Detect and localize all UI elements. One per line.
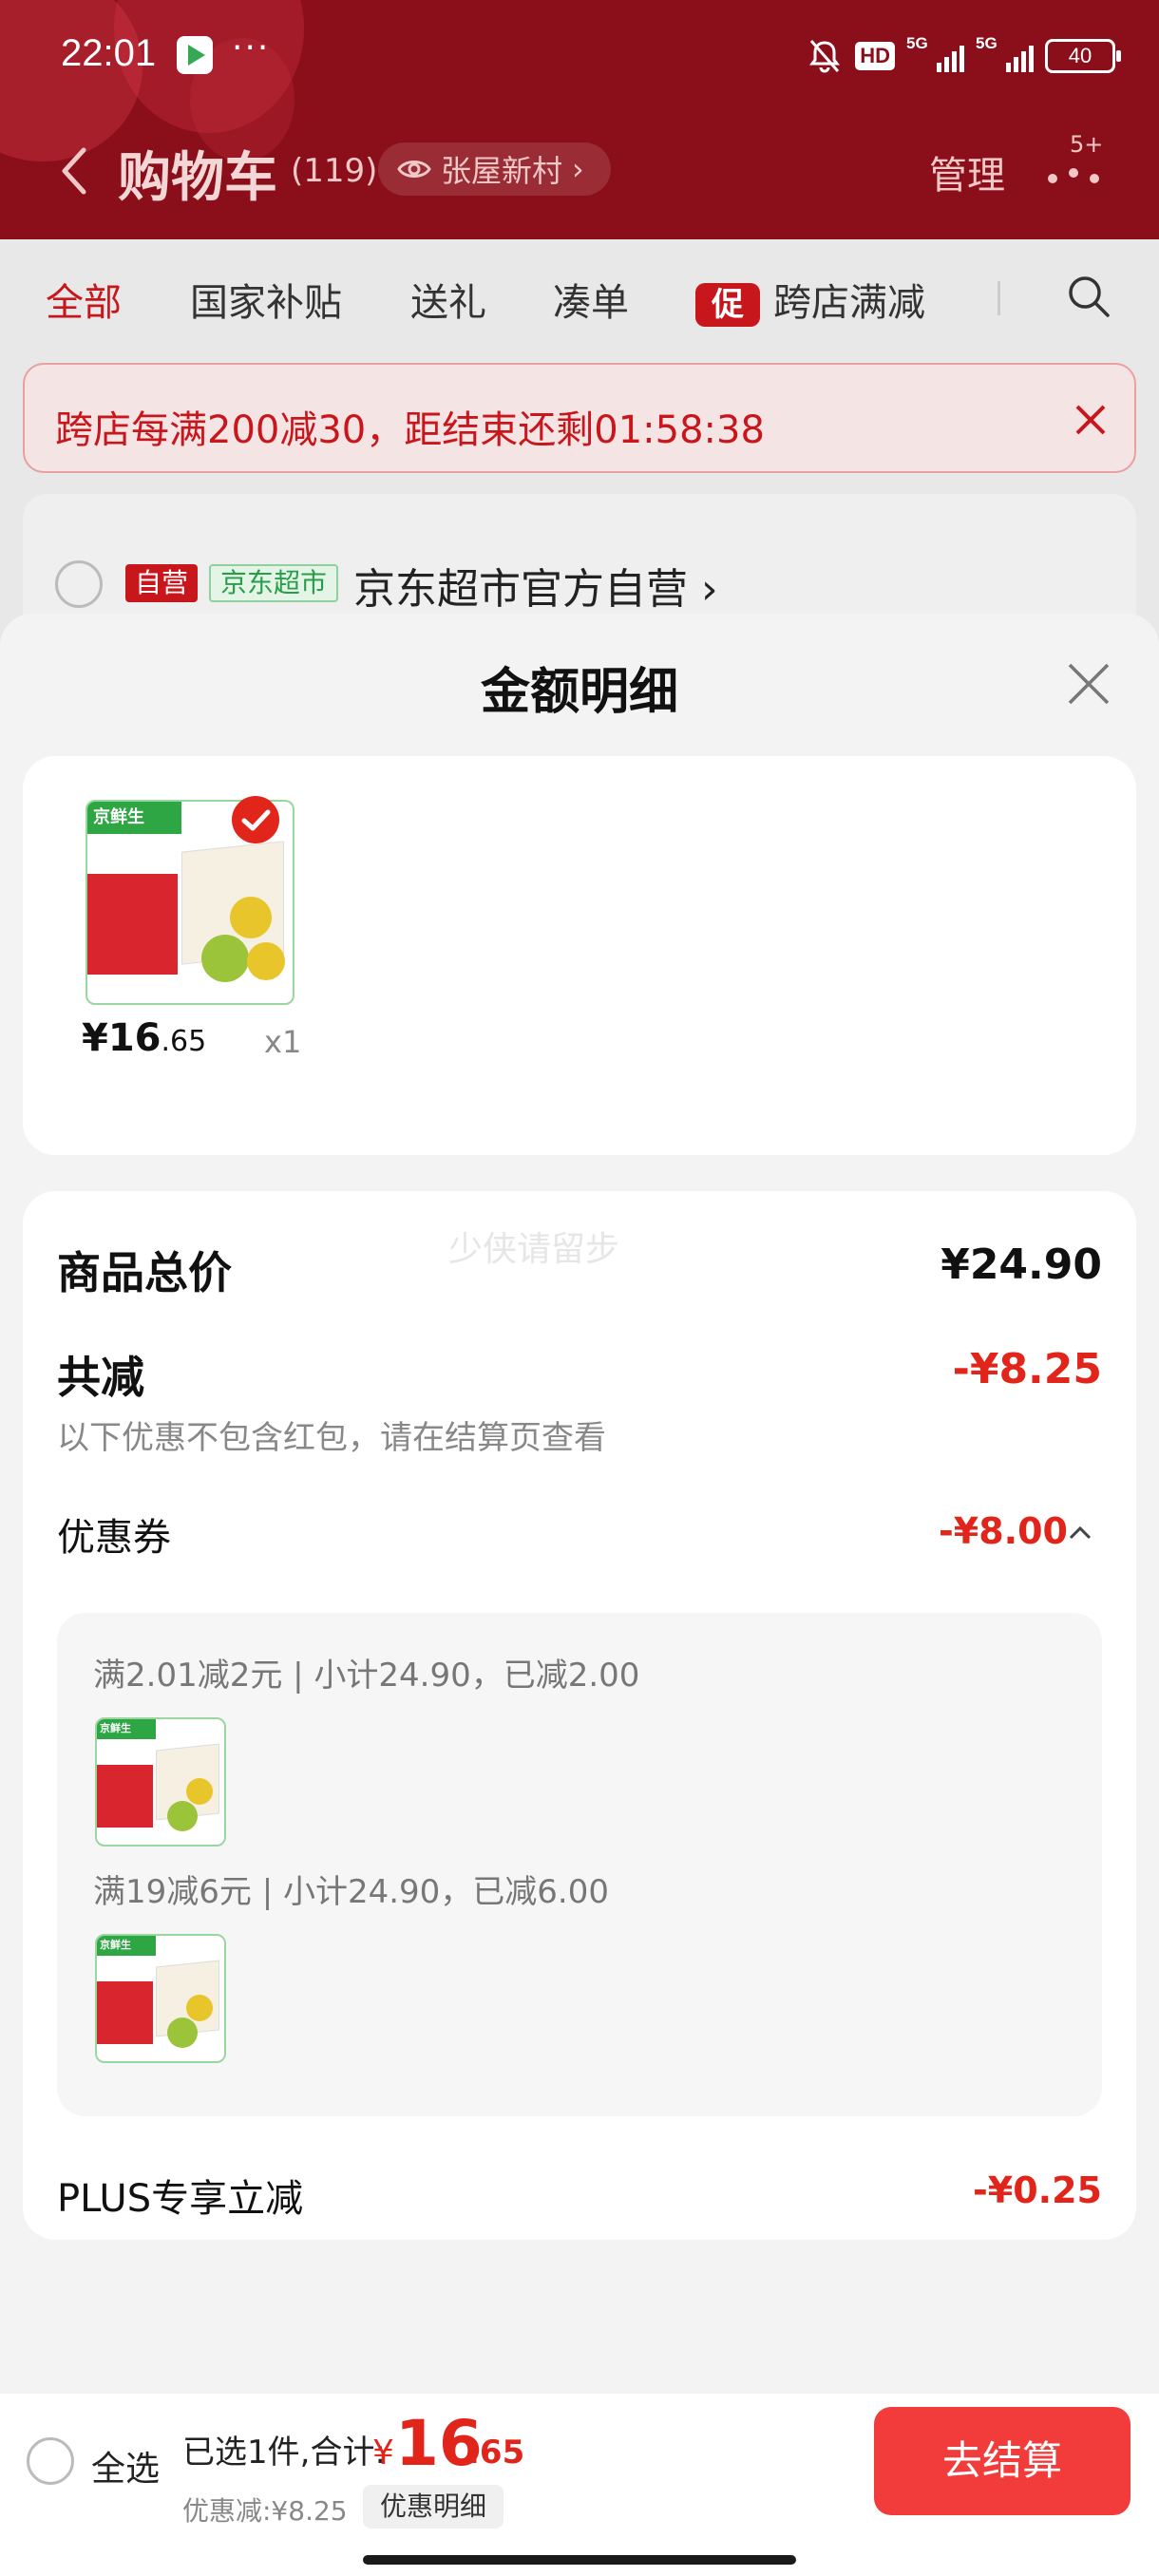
fruit-shape bbox=[201, 935, 249, 982]
status-more-dots: ··· bbox=[232, 28, 271, 67]
signal-label: 5G bbox=[976, 34, 998, 52]
chevron-right-icon: › bbox=[701, 565, 718, 614]
checkout-bar: 全选 已选1件,合计: ¥ 16 .65 优惠减:¥8.25 优惠明细 去结算 bbox=[0, 2394, 1159, 2576]
cart-count: (119) bbox=[291, 152, 378, 190]
fruit-shape bbox=[167, 2017, 198, 2048]
checked-icon bbox=[232, 796, 279, 843]
tab-gift[interactable]: 送礼 bbox=[410, 272, 486, 327]
filter-tabs: 全部 国家补贴 送礼 凑单 促跨店满减 bbox=[0, 239, 1159, 353]
promo-notice: 跨店每满200减30，距结束还剩01:58:38 bbox=[23, 363, 1136, 473]
hd-badge: HD bbox=[855, 42, 895, 70]
select-all-label[interactable]: 全选 bbox=[91, 2441, 160, 2491]
eye-icon bbox=[397, 161, 431, 178]
tab-cross-store-label: 跨店满减 bbox=[773, 281, 925, 325]
saved-amount: 优惠减:¥8.25 bbox=[182, 2495, 348, 2527]
discount-note: 以下优惠不包含红包，请在结算页查看 bbox=[57, 1419, 606, 1457]
status-bar: 22:01 ··· HD 5G 5G 40 bbox=[0, 0, 1159, 109]
home-indicator[interactable] bbox=[363, 2555, 796, 2565]
coupon-rule: 满19减6元 | 小计24.90，已减6.00 bbox=[93, 1873, 610, 1911]
bell-muted-icon bbox=[809, 40, 841, 73]
tab-divider bbox=[998, 281, 1000, 315]
tab-national-subsidy[interactable]: 国家补贴 bbox=[190, 272, 342, 327]
coupon-label[interactable]: 优惠券 bbox=[57, 1506, 171, 1562]
total-decimal: .65 bbox=[467, 2434, 525, 2472]
close-icon[interactable] bbox=[1074, 403, 1108, 437]
thumb-tag: 京鲜生 bbox=[97, 1936, 156, 1957]
status-time: 22:01 bbox=[61, 32, 157, 74]
coupon-value[interactable]: -¥8.00 bbox=[939, 1510, 1068, 1552]
fruit-shape bbox=[230, 897, 272, 938]
store-name[interactable]: 京东超市官方自营 › bbox=[353, 555, 718, 616]
chevron-right-icon: › bbox=[572, 151, 584, 187]
fruit-shape bbox=[167, 1801, 198, 1831]
thumb-tag: 京鲜生 bbox=[97, 1719, 156, 1740]
location-label: 张屋新村 bbox=[441, 153, 563, 189]
amount-detail-sheet: 金额明细 京鲜生 ¥16.65 x1 少侠请留步 商品总价 ¥24.90 共减 … bbox=[0, 614, 1159, 2576]
store-select-radio[interactable] bbox=[55, 560, 103, 608]
chevron-up-icon[interactable] bbox=[1068, 1524, 1092, 1541]
self-operated-tag: 自营 bbox=[125, 564, 199, 602]
discount-detail-button[interactable]: 优惠明细 bbox=[363, 2485, 504, 2529]
location-selector[interactable]: 张屋新村 › bbox=[378, 142, 611, 196]
manage-button[interactable]: 管理 bbox=[929, 144, 1005, 199]
promo-notice-text: 跨店每满200减30，距结束还剩01:58:38 bbox=[55, 408, 765, 452]
sheet-title: 金额明细 bbox=[480, 664, 678, 721]
discount-value: -¥8.25 bbox=[952, 1345, 1102, 1393]
status-indicators: HD 5G 5G 40 bbox=[806, 34, 1121, 78]
battery-level: 40 bbox=[1068, 44, 1092, 67]
thumb-red-block bbox=[87, 874, 179, 975]
coupon-rule: 满2.01减2元 | 小计24.90，已减2.00 bbox=[93, 1657, 640, 1695]
store-name-label: 京东超市官方自营 bbox=[353, 565, 688, 614]
nav-bar: 购物车 (119) 张屋新村 › 管理 5+ bbox=[0, 123, 1159, 218]
product-price: ¥16.65 bbox=[82, 1016, 206, 1060]
tab-all[interactable]: 全部 bbox=[46, 272, 122, 327]
product-quantity: x1 bbox=[264, 1024, 302, 1060]
coupon-product-thumbnail: 京鲜生 bbox=[95, 1717, 226, 1847]
plus-discount-label: PLUS专享立减 bbox=[57, 2177, 304, 2221]
signal-label: 5G bbox=[906, 34, 928, 52]
product-price-dec: .65 bbox=[161, 1025, 207, 1058]
selection-summary: 已选1件,合计: bbox=[182, 2434, 386, 2472]
message-badge: 5+ bbox=[1070, 131, 1104, 158]
search-icon[interactable] bbox=[1066, 274, 1112, 319]
thumb-tag: 京鲜生 bbox=[87, 802, 182, 834]
product-card: 京鲜生 ¥16.65 x1 bbox=[23, 756, 1136, 1155]
page-title: 购物车 bbox=[118, 147, 277, 209]
product-price-int: ¥16 bbox=[82, 1016, 162, 1060]
header: 22:01 ··· HD 5G 5G 40 购物车 (119) 张屋新村 › 管… bbox=[0, 0, 1159, 239]
signal-icon: 5G bbox=[976, 34, 1034, 72]
more-dots-icon[interactable] bbox=[1045, 161, 1102, 190]
coupon-breakdown: 满2.01减2元 | 小计24.90，已减2.00 京鲜生 满19减6元 | 小… bbox=[57, 1613, 1102, 2116]
coupon-product-thumbnail: 京鲜生 bbox=[95, 1934, 226, 2063]
signal-icon: 5G bbox=[906, 34, 964, 72]
amount-detail-card: 少侠请留步 商品总价 ¥24.90 共减 -¥8.25 以下优惠不包含红包，请在… bbox=[23, 1191, 1136, 2240]
total-price-value: ¥24.90 bbox=[940, 1241, 1102, 1289]
market-tag: 京东超市 bbox=[209, 564, 339, 602]
play-store-icon bbox=[177, 36, 213, 74]
promo-tag: 促 bbox=[695, 283, 760, 327]
select-all-radio[interactable] bbox=[27, 2437, 74, 2485]
discount-label: 共减 bbox=[57, 1352, 144, 1403]
tab-add-on[interactable]: 凑单 bbox=[553, 272, 629, 327]
watermark: 少侠请留步 bbox=[448, 1230, 620, 1269]
fruit-shape bbox=[186, 1778, 213, 1805]
thumb-red-block bbox=[97, 1980, 153, 2044]
fruit-shape bbox=[247, 942, 285, 980]
plus-discount-value: -¥0.25 bbox=[973, 2169, 1102, 2211]
back-arrow-icon[interactable] bbox=[57, 144, 91, 198]
fruit-shape bbox=[186, 1995, 213, 2021]
total-price-label: 商品总价 bbox=[57, 1247, 232, 1298]
checkout-button[interactable]: 去结算 bbox=[874, 2407, 1130, 2515]
battery-icon: 40 bbox=[1045, 39, 1121, 73]
close-icon[interactable] bbox=[1064, 659, 1113, 709]
total-currency: ¥ bbox=[372, 2434, 394, 2472]
tab-cross-store[interactable]: 促跨店满减 bbox=[695, 272, 925, 327]
thumb-red-block bbox=[97, 1764, 153, 1828]
